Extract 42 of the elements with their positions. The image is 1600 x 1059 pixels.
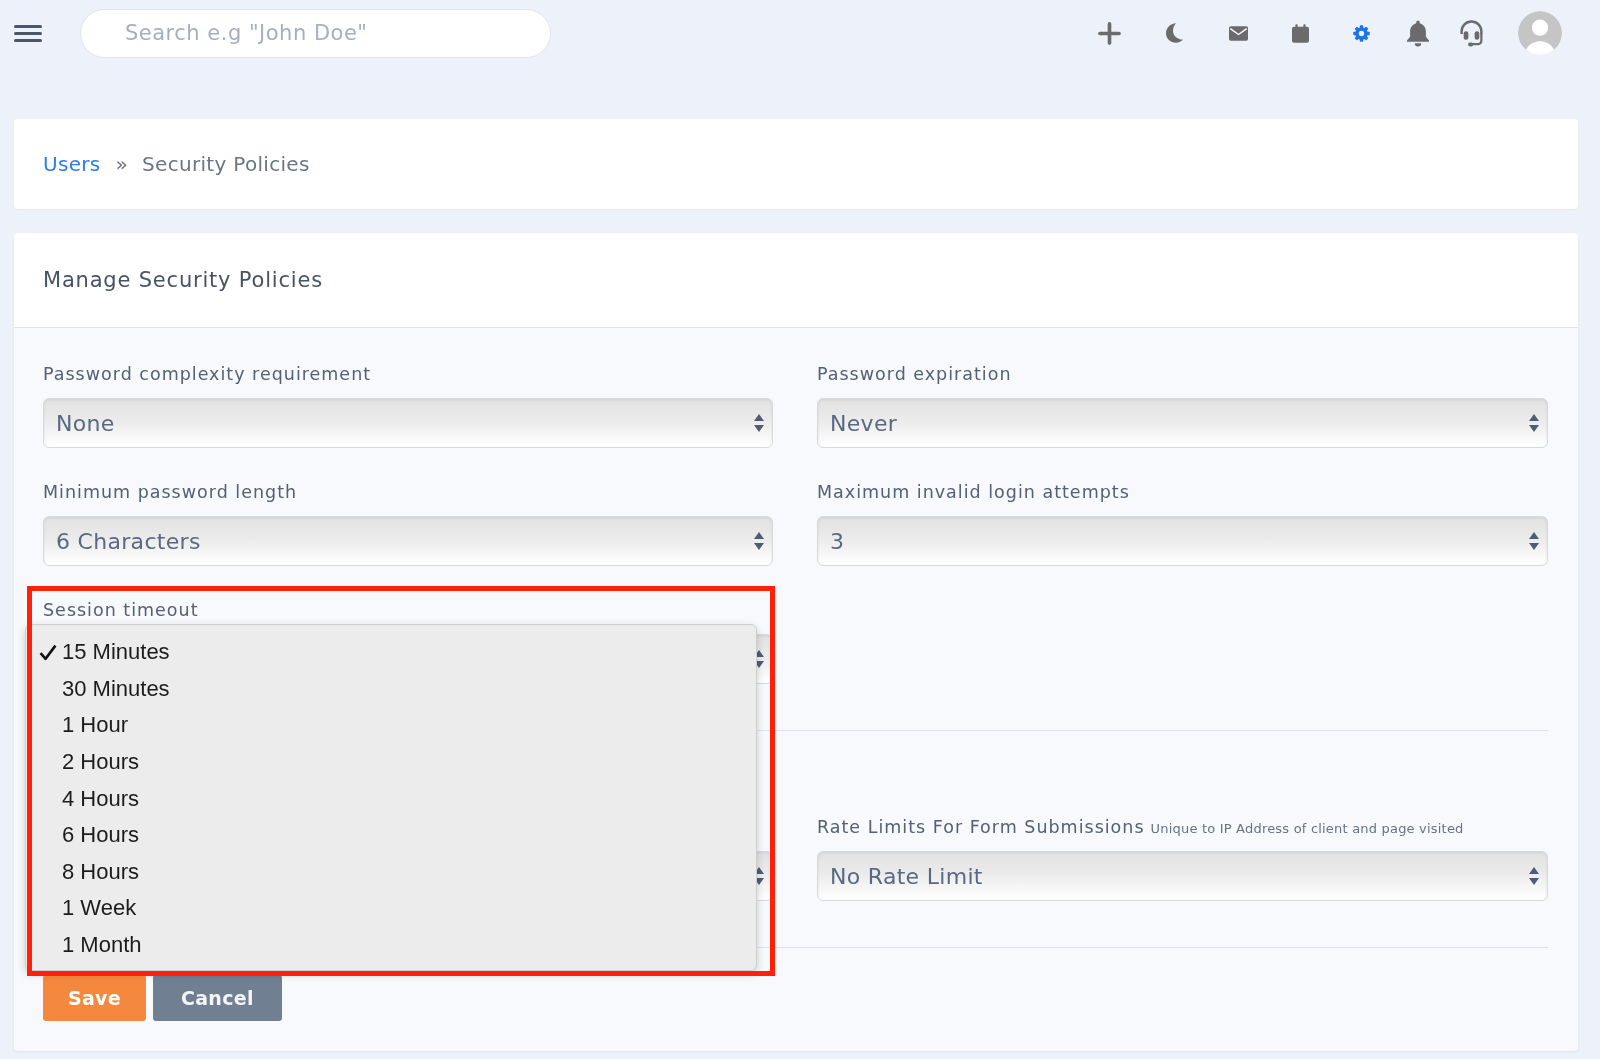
- search-field[interactable]: Search e.g "John Doe": [80, 8, 551, 58]
- menu-option[interactable]: 6 Hours: [26, 816, 756, 854]
- menu-option[interactable]: 4 Hours: [26, 780, 756, 817]
- menu-option[interactable]: 2 Hours: [26, 743, 756, 781]
- field-label: Password complexity requirement: [43, 363, 372, 385]
- breadcrumb-link[interactable]: Users: [43, 152, 101, 176]
- check-icon: [39, 643, 57, 661]
- calendar-icon[interactable]: [1292, 23, 1310, 43]
- plus-icon[interactable]: [1097, 21, 1121, 45]
- up-down-arrows-icon: [1529, 866, 1539, 886]
- select-field[interactable]: Never: [817, 398, 1548, 448]
- field-label: Minimum password length: [43, 481, 298, 503]
- menu-option[interactable]: 8 Hours: [26, 853, 756, 891]
- bell-icon[interactable]: [1405, 19, 1430, 47]
- up-down-arrows-icon: [1529, 413, 1539, 433]
- menu-option[interactable]: 1 Week: [26, 890, 756, 927]
- up-down-arrows-icon: [1529, 531, 1539, 551]
- select-field[interactable]: 3: [817, 516, 1548, 566]
- field-label: Rate Limits For Form Submissions: [817, 816, 1145, 838]
- envelope-icon[interactable]: [1228, 25, 1248, 41]
- breadcrumb-separator: »: [115, 152, 129, 176]
- up-down-arrows-icon: [754, 413, 764, 433]
- select-field[interactable]: None: [43, 398, 773, 448]
- settings-icon[interactable]: [1353, 24, 1370, 42]
- menu-option[interactable]: 1 Month: [26, 926, 756, 964]
- menu-icon[interactable]: [14, 24, 42, 42]
- select-field[interactable]: No Rate Limit: [817, 851, 1548, 901]
- moon-icon[interactable]: [1165, 23, 1183, 43]
- menu-option[interactable]: 30 Minutes: [26, 670, 756, 708]
- breadcrumb-current: Security Policies: [142, 152, 310, 176]
- hint-text: Unique to IP Address of client and page visited: [1150, 821, 1464, 836]
- select-field[interactable]: 6 Characters: [43, 516, 773, 566]
- field-label: Session timeout: [43, 599, 199, 621]
- card-title: Manage Security Policies: [43, 268, 323, 292]
- up-down-arrows-icon: [754, 531, 764, 551]
- menu-option[interactable]: 1 Hour: [26, 707, 756, 744]
- up-down-arrows-icon: [754, 866, 764, 886]
- menu-option[interactable]: 15 Minutes: [26, 634, 756, 671]
- headset-icon[interactable]: [1457, 19, 1485, 47]
- cancel-button[interactable]: Cancel: [153, 975, 282, 1021]
- field-label: Password expiration: [817, 363, 1012, 385]
- field-label: Maximum invalid login attempts: [817, 481, 1130, 503]
